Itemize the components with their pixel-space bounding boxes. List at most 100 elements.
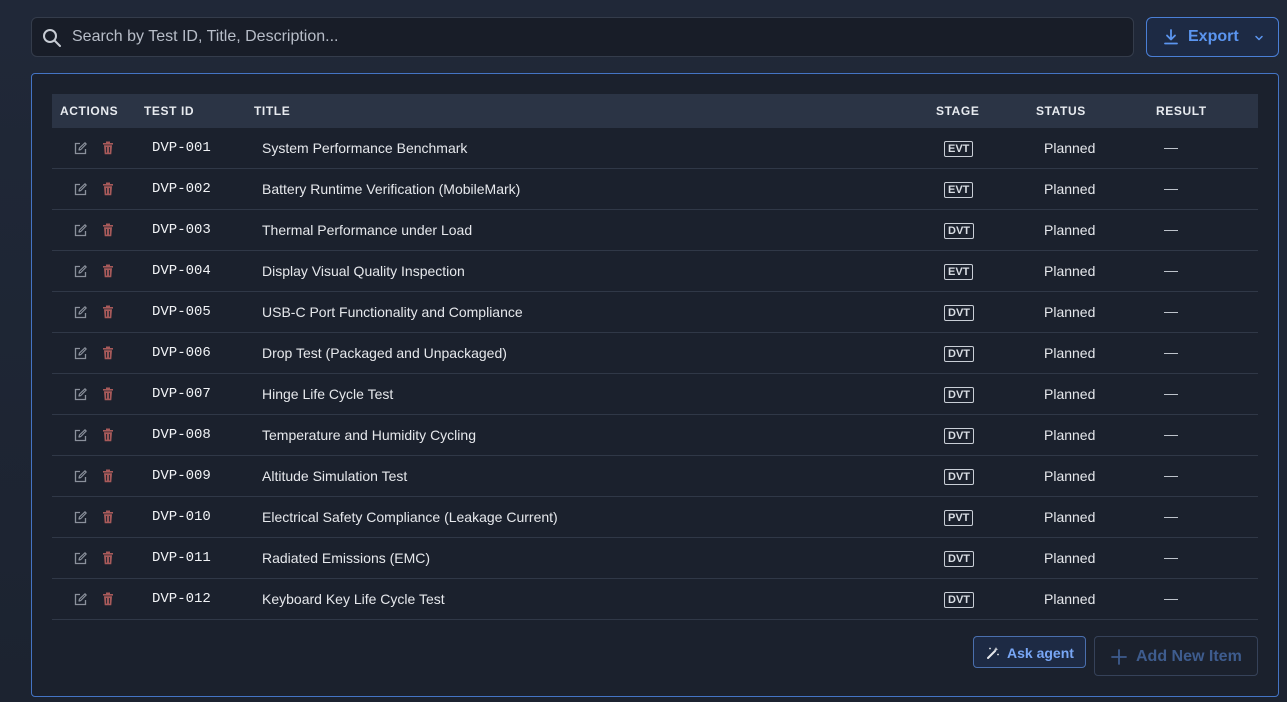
test-title: USB-C Port Functionality and Compliance	[262, 304, 523, 320]
edit-icon[interactable]	[74, 511, 87, 524]
test-id: DVP-002	[152, 181, 211, 197]
stage-badge: EVT	[944, 182, 974, 198]
header-stage[interactable]: STAGE	[936, 104, 979, 118]
stage-badge: DVT	[944, 346, 974, 362]
test-id: DVP-008	[152, 427, 211, 443]
edit-icon[interactable]	[74, 429, 87, 442]
edit-icon[interactable]	[74, 224, 87, 237]
add-new-item-button[interactable]: Add New Item	[1094, 636, 1258, 676]
table-row[interactable]: DVP-005 USB-C Port Functionality and Com…	[52, 292, 1258, 333]
result-text: —	[1164, 180, 1178, 196]
ask-agent-button[interactable]: Ask agent	[973, 636, 1086, 668]
table-row[interactable]: DVP-004 Display Visual Quality Inspectio…	[52, 251, 1258, 292]
stage-badge: DVT	[944, 387, 974, 403]
result-text: —	[1164, 344, 1178, 360]
test-id: DVP-011	[152, 550, 211, 566]
status-text: Planned	[1044, 591, 1096, 607]
table-body: DVP-001 System Performance Benchmark EVT…	[52, 128, 1258, 620]
ask-agent-label: Ask agent	[1007, 645, 1074, 661]
edit-icon[interactable]	[74, 265, 87, 278]
stage-badge: EVT	[944, 264, 974, 280]
stage-badge: DVT	[944, 428, 974, 444]
edit-icon[interactable]	[74, 470, 87, 483]
table-header: ACTIONS TEST ID TITLE STAGE STATUS RESUL…	[52, 94, 1258, 128]
test-id: DVP-009	[152, 468, 211, 484]
test-id: DVP-012	[152, 591, 211, 607]
header-title[interactable]: TITLE	[254, 104, 290, 118]
table-row[interactable]: DVP-006 Drop Test (Packaged and Unpackag…	[52, 333, 1258, 374]
stage-badge: PVT	[944, 510, 974, 526]
stage-badge: DVT	[944, 551, 974, 567]
edit-icon[interactable]	[74, 552, 87, 565]
header-actions: ACTIONS	[60, 104, 119, 118]
edit-icon[interactable]	[74, 183, 87, 196]
result-text: —	[1164, 467, 1178, 483]
magic-wand-icon	[987, 647, 999, 659]
test-id: DVP-005	[152, 304, 211, 320]
status-text: Planned	[1044, 509, 1096, 525]
test-title: Hinge Life Cycle Test	[262, 386, 394, 402]
table-row[interactable]: DVP-002 Battery Runtime Verification (Mo…	[52, 169, 1258, 210]
result-text: —	[1164, 426, 1178, 442]
trash-icon[interactable]	[102, 346, 114, 360]
result-text: —	[1164, 221, 1178, 237]
header-status[interactable]: STATUS	[1036, 104, 1086, 118]
result-text: —	[1164, 590, 1178, 606]
trash-icon[interactable]	[102, 264, 114, 278]
trash-icon[interactable]	[102, 592, 114, 606]
stage-badge: EVT	[944, 141, 974, 157]
status-text: Planned	[1044, 386, 1096, 402]
stage-badge: DVT	[944, 223, 974, 239]
trash-icon[interactable]	[102, 387, 114, 401]
trash-icon[interactable]	[102, 551, 114, 565]
download-icon	[1164, 29, 1178, 45]
table-row[interactable]: DVP-011 Radiated Emissions (EMC) DVT Pla…	[52, 538, 1258, 579]
test-id: DVP-006	[152, 345, 211, 361]
test-table-panel: ACTIONS TEST ID TITLE STAGE STATUS RESUL…	[31, 73, 1279, 697]
chevron-down-icon	[1255, 35, 1263, 41]
edit-icon[interactable]	[74, 347, 87, 360]
test-title: Display Visual Quality Inspection	[262, 263, 465, 279]
edit-icon[interactable]	[74, 593, 87, 606]
status-text: Planned	[1044, 304, 1096, 320]
trash-icon[interactable]	[102, 223, 114, 237]
test-id: DVP-007	[152, 386, 211, 402]
edit-icon[interactable]	[74, 388, 87, 401]
table-row[interactable]: DVP-008 Temperature and Humidity Cycling…	[52, 415, 1258, 456]
table-row[interactable]: DVP-009 Altitude Simulation Test DVT Pla…	[52, 456, 1258, 497]
status-text: Planned	[1044, 181, 1096, 197]
table-row[interactable]: DVP-001 System Performance Benchmark EVT…	[52, 128, 1258, 169]
header-result[interactable]: RESULT	[1156, 104, 1207, 118]
test-title: Keyboard Key Life Cycle Test	[262, 591, 445, 607]
table-row[interactable]: DVP-007 Hinge Life Cycle Test DVT Planne…	[52, 374, 1258, 415]
trash-icon[interactable]	[102, 469, 114, 483]
test-title: Temperature and Humidity Cycling	[262, 427, 476, 443]
table-row[interactable]: DVP-012 Keyboard Key Life Cycle Test DVT…	[52, 579, 1258, 620]
header-test-id[interactable]: TEST ID	[144, 104, 194, 118]
edit-icon[interactable]	[74, 142, 87, 155]
plus-icon	[1111, 649, 1127, 665]
test-title: Battery Runtime Verification (MobileMark…	[262, 181, 521, 197]
test-id: DVP-004	[152, 263, 211, 279]
trash-icon[interactable]	[102, 141, 114, 155]
edit-icon[interactable]	[74, 306, 87, 319]
export-button[interactable]: Export	[1146, 17, 1279, 57]
stage-badge: DVT	[944, 469, 974, 485]
status-text: Planned	[1044, 345, 1096, 361]
result-text: —	[1164, 139, 1178, 155]
trash-icon[interactable]	[102, 510, 114, 524]
test-id: DVP-010	[152, 509, 211, 525]
search-input[interactable]	[72, 18, 1122, 56]
trash-icon[interactable]	[102, 182, 114, 196]
table-row[interactable]: DVP-003 Thermal Performance under Load D…	[52, 210, 1258, 251]
trash-icon[interactable]	[102, 428, 114, 442]
search-bar	[31, 17, 1134, 57]
result-text: —	[1164, 508, 1178, 524]
table-row[interactable]: DVP-010 Electrical Safety Compliance (Le…	[52, 497, 1258, 538]
status-text: Planned	[1044, 550, 1096, 566]
trash-icon[interactable]	[102, 305, 114, 319]
status-text: Planned	[1044, 140, 1096, 156]
test-title: Thermal Performance under Load	[262, 222, 473, 238]
status-text: Planned	[1044, 263, 1096, 279]
status-text: Planned	[1044, 468, 1096, 484]
